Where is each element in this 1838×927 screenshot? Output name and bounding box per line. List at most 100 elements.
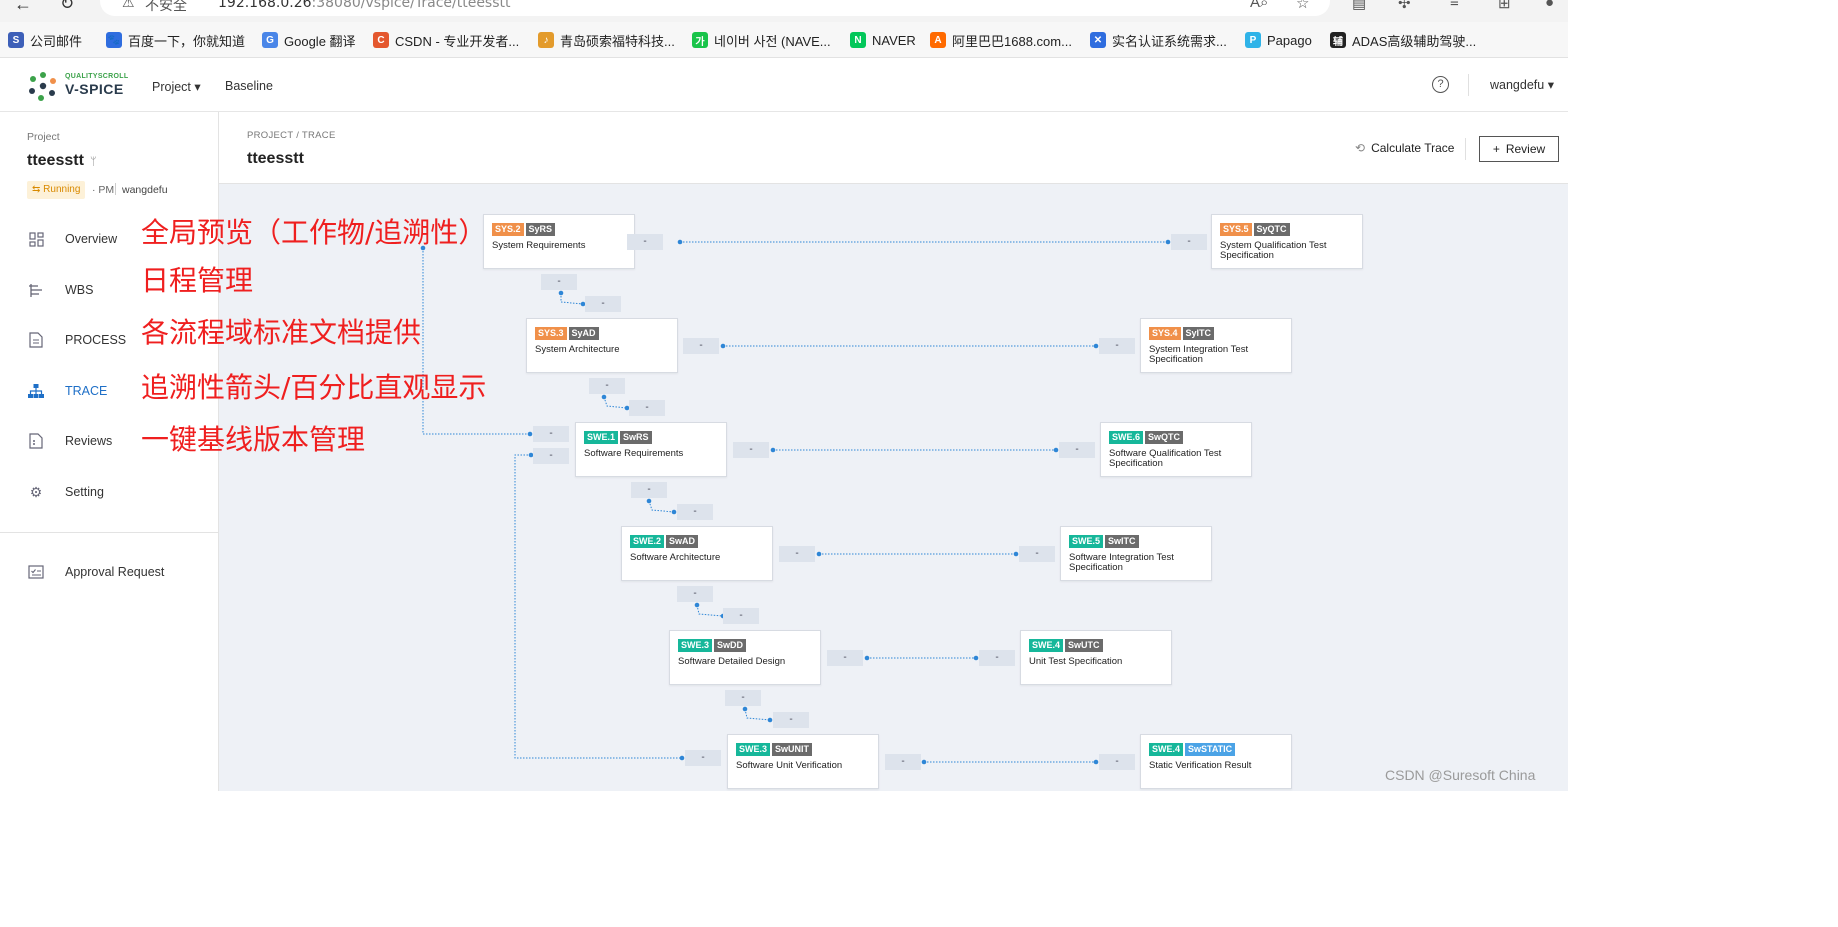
trace-percentage-pill[interactable]: - bbox=[725, 690, 761, 706]
add-tab-icon[interactable]: ⊞ bbox=[1498, 0, 1511, 12]
trace-node[interactable]: SWE.4 SwSTATIC Static Verification Result bbox=[1140, 734, 1292, 789]
trace-link-dot bbox=[1093, 343, 1099, 349]
trace-percentage-pill[interactable]: - bbox=[683, 338, 719, 354]
sidebar-item-overview[interactable]: Overview bbox=[27, 227, 117, 251]
bookmark-item[interactable]: ♪ 青岛硕索福特科技... bbox=[538, 31, 675, 49]
review-button[interactable]: + Review bbox=[1479, 136, 1559, 162]
trace-percentage-pill[interactable]: - bbox=[589, 378, 625, 394]
warning-icon[interactable]: ⚠ bbox=[122, 0, 135, 11]
user-menu[interactable]: wangdefu ▾ bbox=[1490, 77, 1554, 92]
overview-icon bbox=[27, 230, 45, 248]
trace-percentage-pill[interactable]: - bbox=[533, 448, 569, 464]
trace-node[interactable]: SWE.3 SwDD Software Detailed Design bbox=[669, 630, 821, 685]
node-label: System Integration Test Specification bbox=[1149, 344, 1249, 365]
trace-percentage-pill[interactable]: - bbox=[629, 400, 665, 416]
trace-percentage-pill[interactable]: - bbox=[541, 274, 577, 290]
trace-node[interactable]: SYS.2 SyRS System Requirements bbox=[483, 214, 635, 269]
sidebar-item-approval-request[interactable]: Approval Request bbox=[27, 560, 164, 584]
bookmark-item[interactable]: 🐾 百度一下，你就知道 bbox=[106, 31, 245, 49]
bookmark-item[interactable]: C CSDN - 专业开发者... bbox=[373, 31, 519, 49]
favorites-icon[interactable]: ≡ bbox=[1450, 0, 1459, 11]
bookmark-item[interactable]: 辅 ADAS高级辅助驾驶... bbox=[1330, 31, 1476, 49]
node-tags: SYS.4 SyITC bbox=[1149, 327, 1215, 340]
trace-percentage-pill[interactable]: - bbox=[1019, 546, 1055, 562]
app-header: QUALITYSCROLL V-SPICE Project ▾ Baseline… bbox=[0, 58, 1568, 112]
work-product-tag: SwAD bbox=[666, 535, 699, 548]
vspice-logo[interactable]: QUALITYSCROLL V-SPICE bbox=[27, 70, 128, 102]
trace-node[interactable]: SYS.5 SyQTC System Qualification Test Spec… bbox=[1211, 214, 1363, 269]
trace-percentage-pill[interactable]: - bbox=[677, 504, 713, 520]
trace-percentage-pill[interactable]: - bbox=[1059, 442, 1095, 458]
breadcrumb[interactable]: PROJECT / TRACE bbox=[247, 130, 336, 141]
bookmark-item[interactable]: N NAVER bbox=[850, 31, 916, 49]
trace-node[interactable]: SWE.3 SwUNIT Software Unit Verification bbox=[727, 734, 879, 789]
sidebar-item-wbs[interactable]: WBS bbox=[27, 278, 93, 302]
bookmark-favicon-icon: P bbox=[1245, 32, 1261, 48]
process-id-tag: SWE.3 bbox=[678, 639, 713, 652]
trace-percentage-pill[interactable]: - bbox=[827, 650, 863, 666]
url-text[interactable]: 192.168.0.26:38080/vspice/Trace/tteesstt bbox=[218, 0, 511, 11]
trace-percentage-pill[interactable]: - bbox=[677, 586, 713, 602]
trace-percentage-pill[interactable]: - bbox=[779, 546, 815, 562]
trace-node[interactable]: SWE.5 SwITC Software Integration Test Spec… bbox=[1060, 526, 1212, 581]
sidebar-item-label: WBS bbox=[65, 283, 94, 297]
trace-link-line bbox=[696, 604, 724, 617]
bookmark-item[interactable]: A 阿里巴巴1688.com... bbox=[930, 31, 1072, 49]
trace-link-line bbox=[744, 708, 771, 721]
sidebar-item-reviews[interactable]: Reviews bbox=[27, 429, 112, 453]
trace-percentage-pill[interactable]: - bbox=[1099, 754, 1135, 770]
trace-percentage-pill[interactable]: - bbox=[1099, 338, 1135, 354]
trace-canvas[interactable]: SYS.2 SyRS System Requirements SYS.5 SyQTC Sy… bbox=[219, 184, 1568, 791]
nav-baseline[interactable]: Baseline bbox=[225, 79, 273, 93]
sidebar-item-trace[interactable]: TRACE bbox=[27, 379, 107, 403]
profile-icon[interactable]: ● bbox=[1545, 0, 1554, 11]
trace-percentage-pill[interactable]: - bbox=[773, 712, 809, 728]
calculate-trace-button[interactable]: ⟲ Calculate Trace bbox=[1355, 141, 1454, 155]
trace-link-dot bbox=[679, 755, 685, 761]
process-id-tag: SWE.4 bbox=[1029, 639, 1064, 652]
sidebar-item-label: Approval Request bbox=[65, 565, 165, 579]
back-arrow-icon[interactable]: ← bbox=[14, 0, 32, 15]
trace-node[interactable]: SYS.3 SyAD System Architecture bbox=[526, 318, 678, 373]
trace-percentage-pill[interactable]: - bbox=[1171, 234, 1207, 250]
trace-percentage-pill[interactable]: - bbox=[733, 442, 769, 458]
node-tags: SYS.3 SyAD bbox=[535, 327, 599, 340]
help-icon[interactable]: ? bbox=[1432, 76, 1449, 93]
trace-percentage-pill[interactable]: - bbox=[885, 754, 921, 770]
zoom-icon[interactable]: ⌕ bbox=[1260, 0, 1268, 11]
bookmark-item[interactable]: ✕ 实名认证系统需求... bbox=[1090, 31, 1227, 49]
nav-project-menu[interactable]: Project ▾ bbox=[152, 79, 201, 94]
trace-node[interactable]: SWE.6 SwQTC Software Qualification Test Sp… bbox=[1100, 422, 1252, 477]
node-label: Software Qualification Test Specificatio… bbox=[1109, 448, 1222, 469]
trace-node[interactable]: SWE.4 SwUTC Unit Test Specification bbox=[1020, 630, 1172, 685]
bookmark-label: ADAS高级辅助驾驶... bbox=[1352, 33, 1477, 49]
bookmark-item[interactable]: S 公司邮件 bbox=[8, 31, 82, 49]
annotation-text: 日程管理 bbox=[141, 264, 254, 297]
read-aloud-icon[interactable]: A bbox=[1250, 0, 1260, 11]
trace-node[interactable]: SYS.4 SyITC System Integration Test Specif… bbox=[1140, 318, 1292, 373]
favorites-add-icon[interactable]: ☆ bbox=[1296, 0, 1309, 12]
extensions-icon[interactable]: ✣ bbox=[1398, 0, 1411, 12]
trace-percentage-pill[interactable]: - bbox=[533, 426, 569, 442]
sidebar-item-setting[interactable]: ⚙ Setting bbox=[27, 480, 104, 504]
process-id-tag: SWE.1 bbox=[584, 431, 619, 444]
trace-percentage-pill[interactable]: - bbox=[979, 650, 1015, 666]
trace-node[interactable]: SWE.1 SwRS Software Requirements bbox=[575, 422, 727, 477]
bookmark-item[interactable]: 가 네이버 사전 (NAVE... bbox=[692, 31, 831, 49]
reload-icon[interactable]: ↻ bbox=[60, 0, 74, 14]
trace-percentage-pill[interactable]: - bbox=[723, 608, 759, 624]
collections-icon[interactable]: ▤ bbox=[1352, 0, 1366, 12]
trace-percentage-pill[interactable]: - bbox=[685, 750, 721, 766]
header-divider bbox=[1468, 74, 1469, 96]
bookmark-item[interactable]: G Google 翻译 bbox=[262, 31, 356, 49]
bookmark-item[interactable]: P Papago bbox=[1245, 31, 1312, 49]
sidebar-item-label: Setting bbox=[65, 485, 104, 499]
node-tags: SWE.3 SwDD bbox=[678, 639, 747, 652]
trace-percentage-pill[interactable]: - bbox=[631, 482, 667, 498]
sidebar-item-process[interactable]: PROCESS bbox=[27, 328, 126, 352]
trace-percentage-pill[interactable]: - bbox=[585, 296, 621, 312]
trace-percentage-pill[interactable]: - bbox=[627, 234, 663, 250]
project-role: · PM bbox=[92, 184, 115, 196]
trace-node[interactable]: SWE.2 SwAD Software Architecture bbox=[621, 526, 773, 581]
trace-link-dot bbox=[973, 655, 979, 661]
